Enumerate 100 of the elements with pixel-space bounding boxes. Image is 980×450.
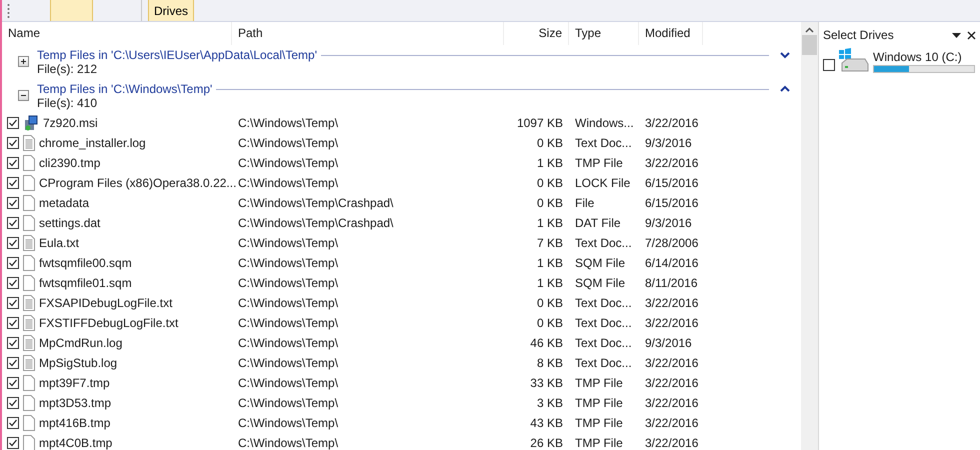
- date-cell-text: 3/22/2016: [644, 436, 700, 450]
- type-cell-text: Text Doc...: [574, 296, 633, 310]
- checkbox[interactable]: [823, 59, 835, 71]
- path-cell-text: C:\Windows\Temp\: [237, 236, 340, 250]
- date-cell-text: 9/3/2016: [644, 136, 693, 150]
- size-cell-text: 1 KB: [536, 216, 564, 230]
- chevron-up-icon[interactable]: [779, 85, 791, 93]
- date-cell-text: 7/28/2006: [644, 236, 700, 250]
- file-icon: [23, 155, 35, 171]
- file-icon: [23, 215, 35, 231]
- checkbox[interactable]: [7, 357, 19, 369]
- file-name: CProgram Files (x86)Opera38.0.22...: [39, 176, 236, 190]
- path-cell-text: C:\Windows\Temp\: [237, 336, 340, 350]
- date-cell-text: 9/3/2016: [644, 336, 693, 350]
- text-file-icon: [23, 315, 35, 331]
- checkbox[interactable]: [7, 217, 19, 229]
- date-cell-text: 3/22/2016: [644, 316, 700, 330]
- size-cell-text: 1097 KB: [516, 116, 564, 130]
- dropdown-icon[interactable]: [952, 32, 961, 38]
- checkbox[interactable]: [7, 437, 19, 449]
- checkbox[interactable]: [7, 297, 19, 309]
- type-cell-text: File: [574, 196, 596, 210]
- checkbox[interactable]: [7, 117, 19, 129]
- checkbox[interactable]: [7, 137, 19, 149]
- file-count: File(s): 410: [37, 96, 98, 110]
- type-cell-text: Windows...: [574, 116, 635, 130]
- scroll-up-icon[interactable]: [805, 27, 814, 33]
- column-header[interactable]: Type: [569, 22, 639, 45]
- collapse-icon[interactable]: [18, 90, 29, 101]
- type-cell-text: TMP File: [574, 436, 624, 450]
- text-file-icon: [23, 135, 35, 151]
- file-name: MpSigStub.log: [39, 356, 118, 370]
- date-cell-text: 3/22/2016: [644, 396, 700, 410]
- file-name: mpt416B.tmp: [39, 416, 110, 430]
- type-cell-text: TMP File: [574, 376, 624, 390]
- file-name: metadata: [39, 196, 90, 210]
- column-header[interactable]: Modified: [639, 22, 703, 45]
- date-cell-text: 3/22/2016: [644, 356, 700, 370]
- size-cell-text: 0 KB: [536, 316, 564, 330]
- checkbox[interactable]: [7, 197, 19, 209]
- file-icon: [23, 435, 35, 450]
- file-name: cli2390.tmp: [39, 156, 100, 170]
- file-icon: [23, 195, 35, 211]
- checkbox[interactable]: [7, 257, 19, 269]
- column-header[interactable]: Path: [232, 22, 504, 45]
- size-cell-text: 0 KB: [536, 176, 564, 190]
- close-icon[interactable]: [967, 30, 976, 40]
- file-count: File(s): 212: [37, 62, 98, 76]
- path-cell-text: C:\Windows\Temp\: [237, 436, 340, 450]
- type-cell-text: Text Doc...: [574, 336, 633, 350]
- toolbar-tab[interactable]: Drives: [148, 0, 194, 21]
- chevron-down-icon[interactable]: [779, 51, 791, 59]
- scroll-thumb[interactable]: [802, 35, 817, 55]
- size-cell-text: 1 KB: [536, 256, 564, 270]
- drive-icon: [839, 48, 869, 74]
- checkbox[interactable]: [7, 157, 19, 169]
- file-name: fwtsqmfile01.sqm: [39, 276, 132, 290]
- file-name: FXSTIFFDebugLogFile.txt: [39, 316, 178, 330]
- size-cell-text: 0 KB: [536, 296, 564, 310]
- checkbox[interactable]: [7, 417, 19, 429]
- type-cell-text: SQM File: [574, 276, 626, 290]
- size-cell-text: 26 KB: [529, 436, 564, 450]
- column-header[interactable]: Size: [504, 22, 569, 45]
- type-cell-text: TMP File: [574, 396, 624, 410]
- path-cell-text: C:\Windows\Temp\Crashpad\: [237, 196, 394, 210]
- file-icon: [23, 255, 35, 271]
- checkbox[interactable]: [7, 337, 19, 349]
- checkbox[interactable]: [7, 317, 19, 329]
- file-icon: [23, 175, 35, 191]
- panel-title: Select Drives: [823, 28, 895, 42]
- type-cell-text: TMP File: [574, 156, 624, 170]
- date-cell-text: 3/22/2016: [644, 376, 700, 390]
- column-header[interactable]: Name: [2, 22, 232, 45]
- path-cell-text: C:\Windows\Temp\: [237, 296, 340, 310]
- file-icon: [23, 275, 35, 291]
- type-cell-text: Text Doc...: [574, 356, 633, 370]
- checkbox[interactable]: [7, 397, 19, 409]
- date-cell-text: 3/22/2016: [644, 296, 700, 310]
- path-cell-text: C:\Windows\Temp\: [237, 256, 340, 270]
- checkbox[interactable]: [7, 277, 19, 289]
- installer-icon: [23, 115, 39, 131]
- path-cell-text: C:\Windows\Temp\: [237, 356, 340, 370]
- file-name: mpt39F7.tmp: [39, 376, 110, 390]
- file-icon: [23, 395, 35, 411]
- expand-icon[interactable]: [18, 56, 29, 67]
- checkbox[interactable]: [7, 177, 19, 189]
- file-name: chrome_installer.log: [39, 136, 146, 150]
- file-name: 7z920.msi: [43, 116, 98, 130]
- text-file-icon: [23, 355, 35, 371]
- scrollbar[interactable]: [801, 22, 818, 450]
- checkbox[interactable]: [7, 237, 19, 249]
- path-cell-text: C:\Windows\Temp\: [237, 316, 340, 330]
- checkbox[interactable]: [7, 377, 19, 389]
- size-cell-text: 33 KB: [529, 376, 564, 390]
- file-name: Eula.txt: [39, 236, 80, 250]
- size-cell-text: 1 KB: [536, 156, 564, 170]
- file-icon: [23, 375, 35, 391]
- size-cell-text: 7 KB: [536, 236, 564, 250]
- size-cell-text: 0 KB: [536, 136, 564, 150]
- date-cell-text: 3/22/2016: [644, 156, 700, 170]
